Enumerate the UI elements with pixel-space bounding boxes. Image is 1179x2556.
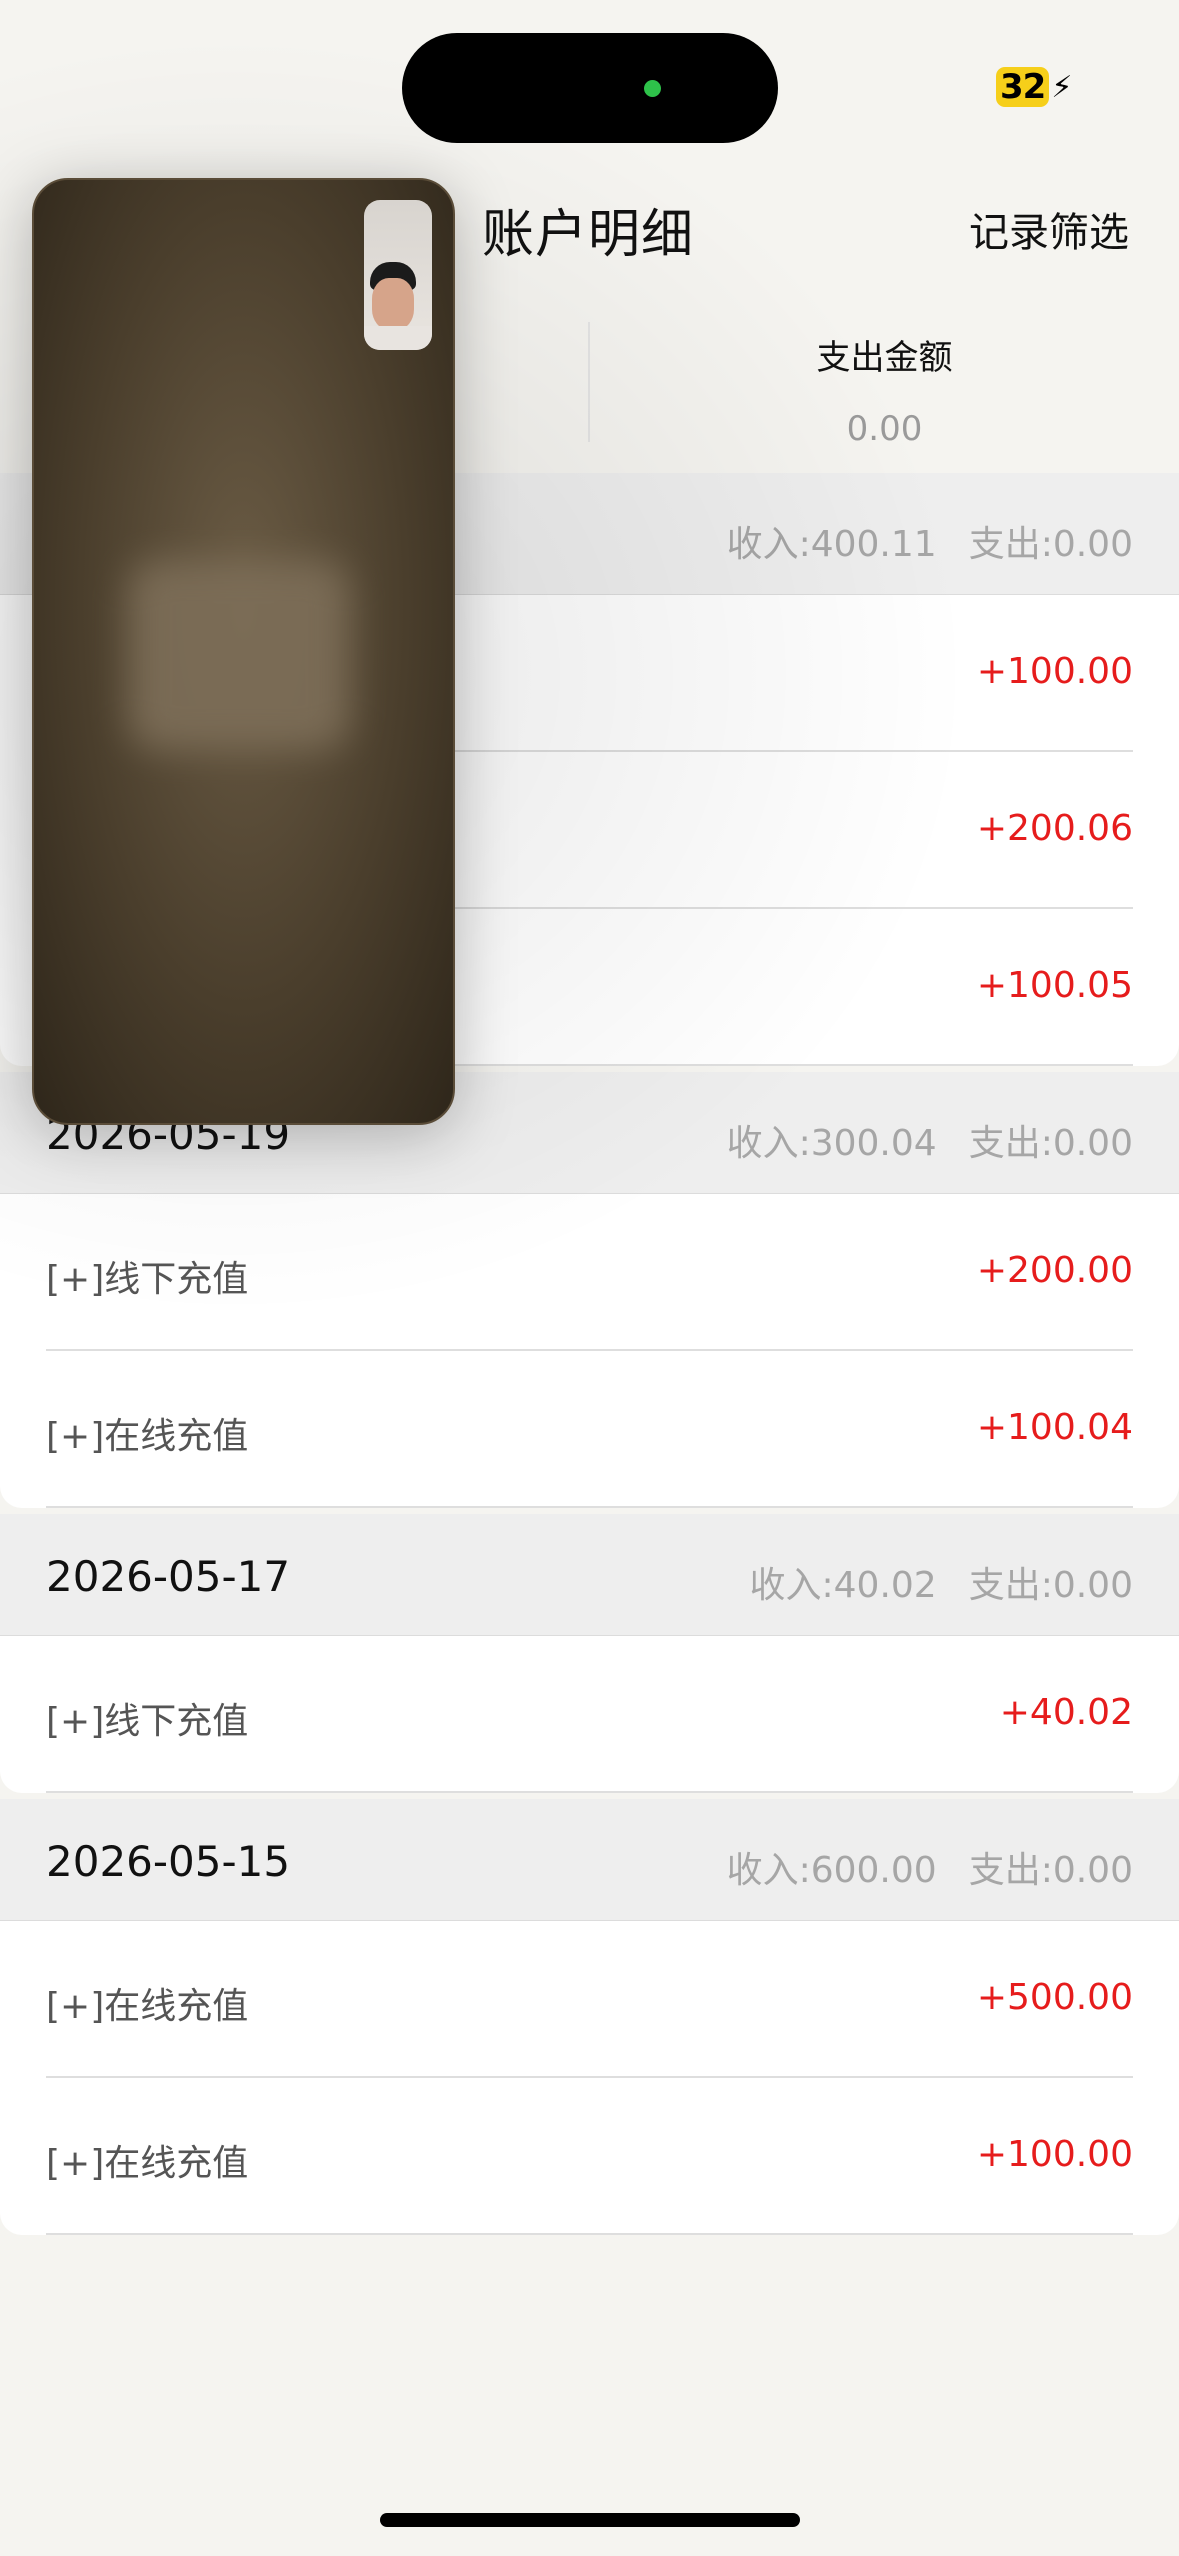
group-income: 收入:600.00 bbox=[726, 1850, 937, 1891]
battery-icon: 32 ⚡ bbox=[996, 66, 1072, 108]
video-call-window[interactable] bbox=[32, 178, 455, 1125]
blurred-object bbox=[129, 560, 349, 750]
group-income: 收入:300.04 bbox=[726, 1123, 937, 1164]
group-date: 2026-05-17 bbox=[46, 1552, 291, 1601]
group-totals: 收入:40.02 支出:0.00 bbox=[750, 1556, 1134, 1608]
date-group: 2026-05-15 收入:600.00 支出:0.00 [+]在线充值 +500… bbox=[0, 1799, 1179, 2235]
transaction-row[interactable]: [+]在线充值 +100.00 bbox=[46, 2078, 1133, 2235]
group-header: 2026-05-17 收入:40.02 支出:0.00 bbox=[0, 1514, 1179, 1636]
page-title: 账户明细 bbox=[482, 205, 695, 265]
screen: 32 ⚡ 账户明细 记录筛选 支出金额 0.00 收入:400.11 支出:0.0… bbox=[0, 0, 1179, 2556]
bolt-icon: ⚡ bbox=[1051, 69, 1073, 105]
transaction-row[interactable]: [+]在线充值 +500.00 bbox=[46, 1921, 1133, 2078]
group-totals: 收入:400.11 支出:0.00 bbox=[727, 515, 1133, 567]
battery-level: 32 bbox=[1000, 67, 1046, 107]
transaction-desc: [+]在线充值 bbox=[46, 1416, 249, 1457]
group-totals: 收入:300.04 支出:0.00 bbox=[727, 1114, 1133, 1166]
transaction-row[interactable]: [+]线下充值 +40.02 bbox=[46, 1636, 1133, 1793]
group-expense: 支出:0.00 bbox=[968, 1123, 1133, 1164]
dynamic-island bbox=[402, 33, 778, 143]
transaction-row[interactable]: [+]线下充值 +200.00 bbox=[46, 1194, 1133, 1351]
camera-dot-icon bbox=[644, 80, 661, 97]
group-income: 收入:400.11 bbox=[726, 524, 937, 565]
group-expense: 支出:0.00 bbox=[968, 1565, 1133, 1606]
group-income: 收入:40.02 bbox=[749, 1565, 937, 1606]
group-totals: 收入:600.00 支出:0.00 bbox=[727, 1841, 1133, 1893]
transaction-amount: +100.00 bbox=[976, 2134, 1133, 2175]
transaction-desc: [+]线下充值 bbox=[46, 1259, 249, 1300]
expense-summary: 支出金额 0.00 bbox=[590, 330, 1179, 449]
group-header: 2026-05-15 收入:600.00 支出:0.00 bbox=[0, 1799, 1179, 1921]
group-date: 2026-05-15 bbox=[46, 1837, 291, 1886]
group-expense: 支出:0.00 bbox=[968, 1850, 1133, 1891]
group-expense: 支出:0.00 bbox=[968, 524, 1133, 565]
transaction-desc: [+]在线充值 bbox=[46, 1986, 249, 2027]
transaction-amount: +40.02 bbox=[999, 1692, 1133, 1733]
transaction-row[interactable]: [+]在线充值 +100.04 bbox=[46, 1351, 1133, 1508]
self-camera-shirt bbox=[364, 326, 432, 350]
self-camera-preview[interactable] bbox=[364, 200, 432, 350]
expense-value: 0.00 bbox=[846, 409, 923, 449]
date-group: 2026-05-17 收入:40.02 支出:0.00 [+]线下充值 +40.0… bbox=[0, 1514, 1179, 1793]
transaction-amount: +100.04 bbox=[976, 1407, 1133, 1448]
transaction-amount: +200.00 bbox=[976, 1250, 1133, 1291]
home-indicator[interactable] bbox=[380, 2513, 800, 2527]
transaction-desc: [+]在线充值 bbox=[46, 2143, 249, 2184]
transaction-amount: +100.00 bbox=[976, 651, 1133, 692]
self-camera-face bbox=[372, 278, 414, 330]
filter-button[interactable]: 记录筛选 bbox=[969, 200, 1129, 258]
transaction-amount: +100.05 bbox=[976, 965, 1133, 1006]
transaction-amount: +200.06 bbox=[976, 808, 1133, 849]
transaction-desc: [+]线下充值 bbox=[46, 1701, 249, 1742]
date-group: 2026-05-19 收入:300.04 支出:0.00 [+]线下充值 +200… bbox=[0, 1072, 1179, 1508]
expense-label: 支出金额 bbox=[816, 338, 953, 378]
transaction-amount: +500.00 bbox=[976, 1977, 1133, 2018]
